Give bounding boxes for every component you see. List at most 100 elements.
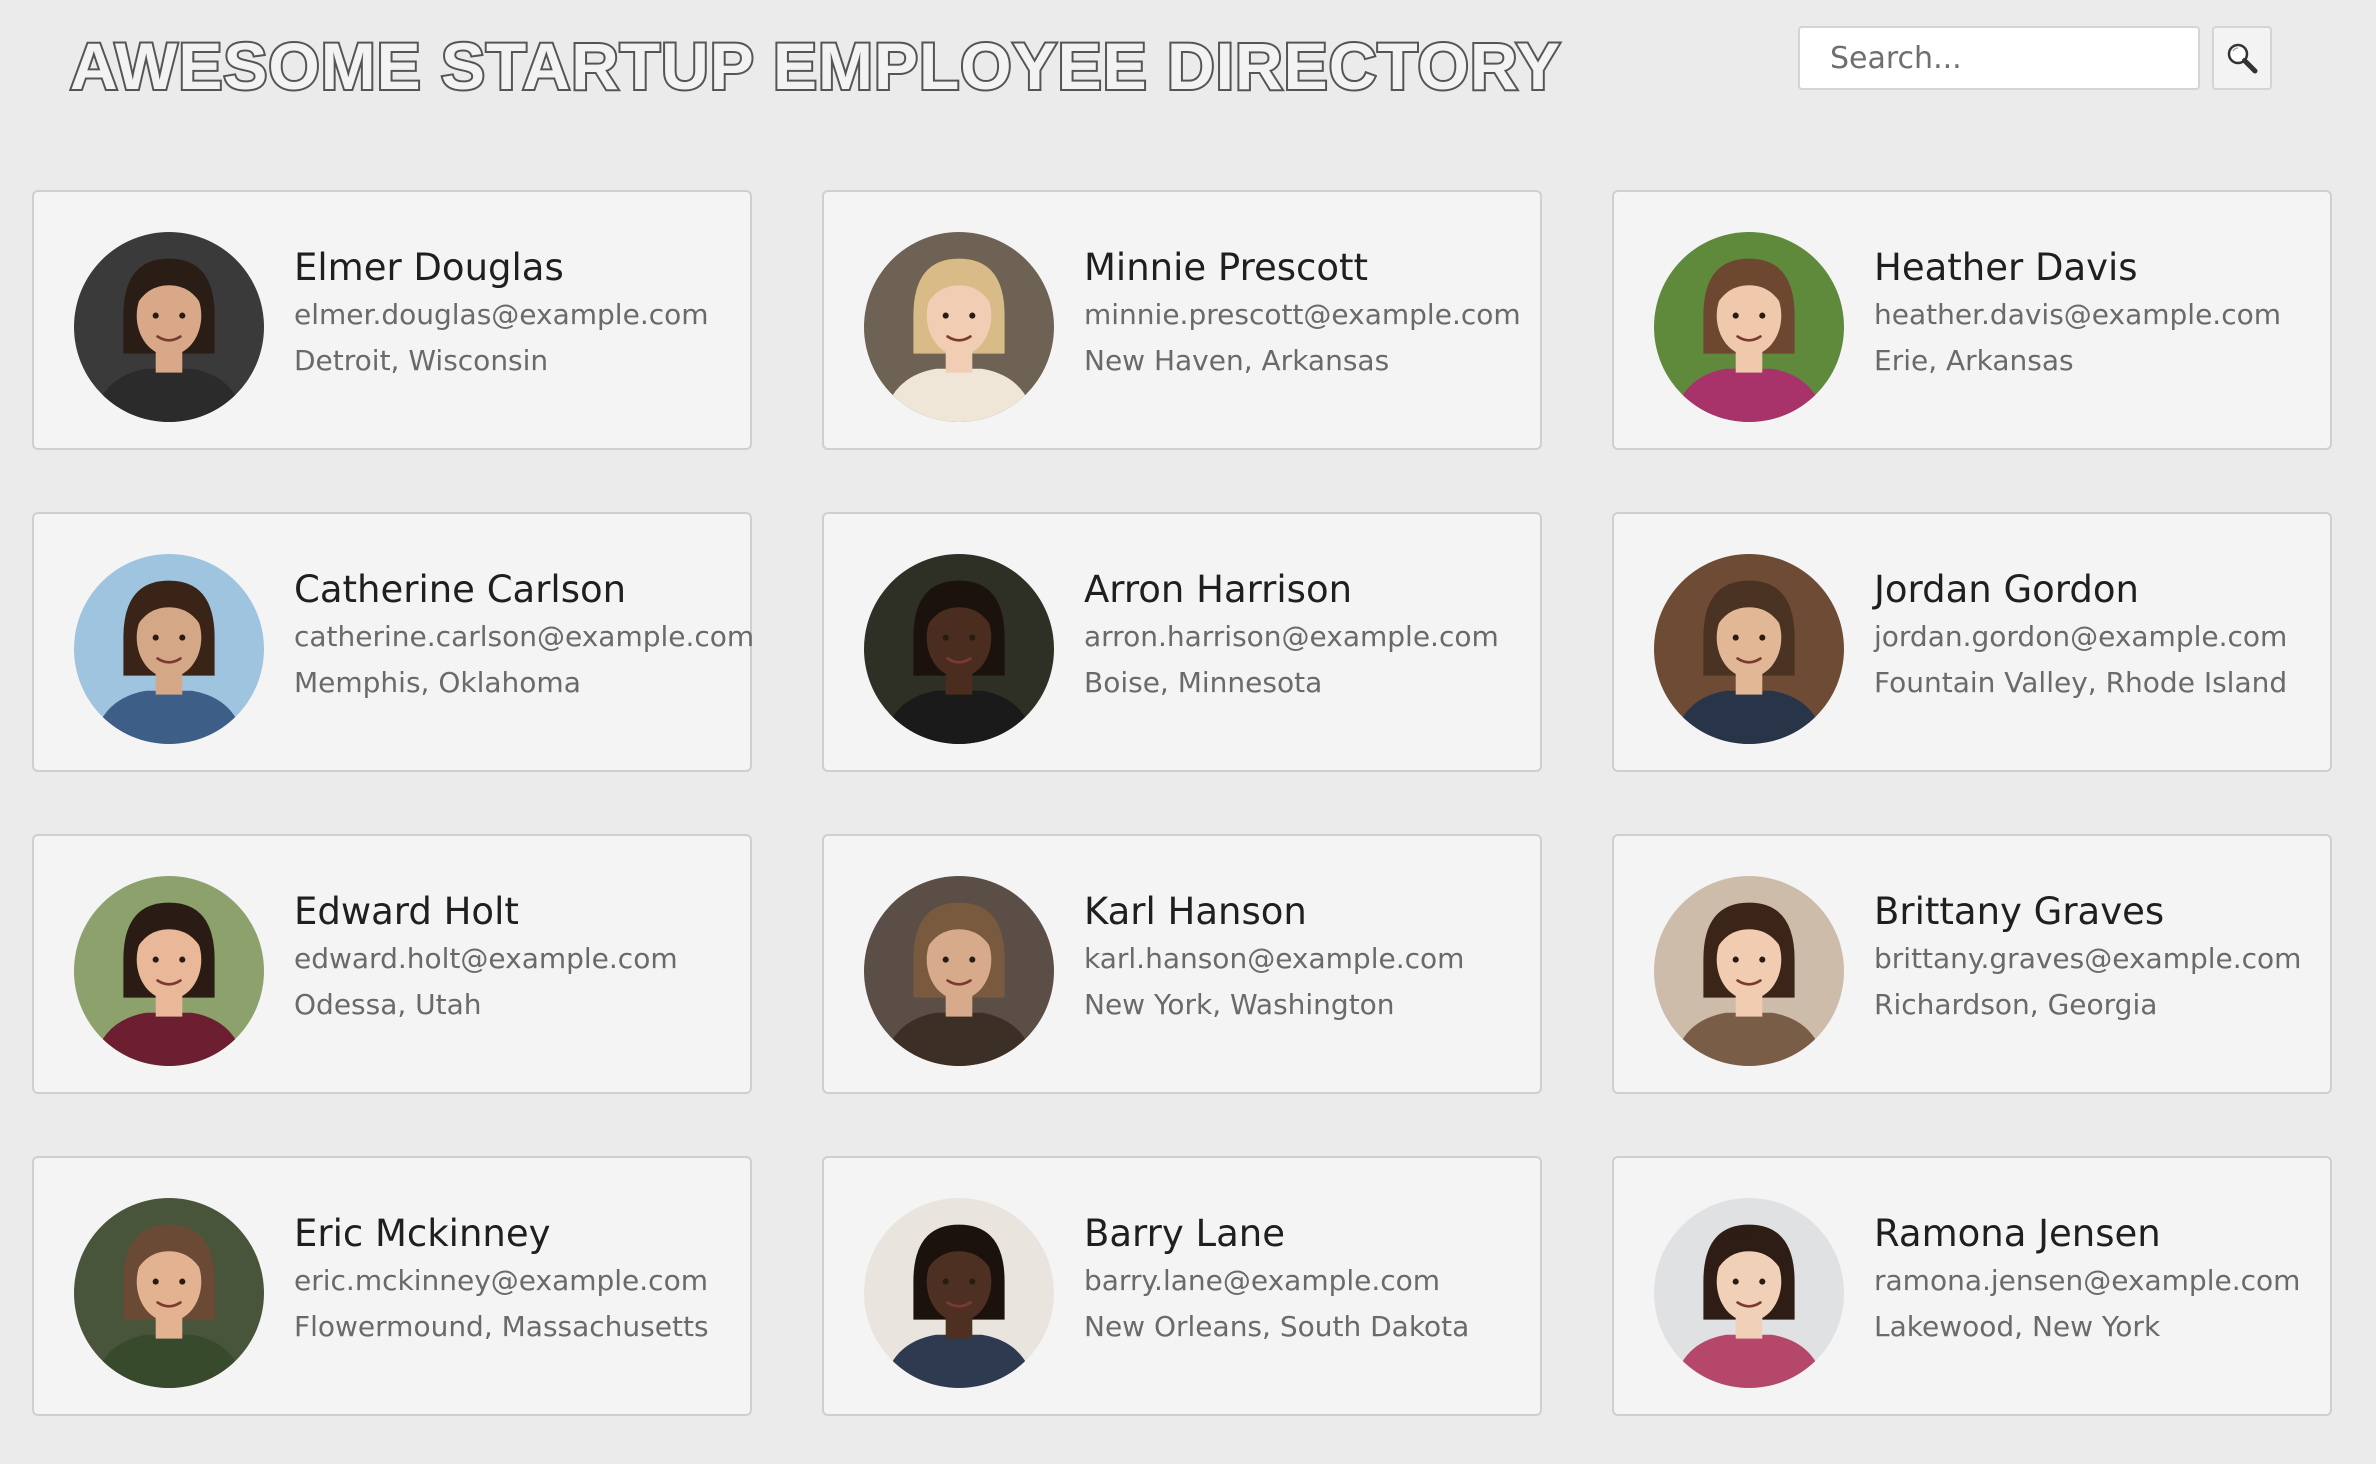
avatar-eye (969, 956, 976, 963)
avatar-eye (1732, 312, 1739, 319)
avatar-eye (942, 956, 949, 963)
avatar (74, 1198, 264, 1388)
employee-name: Karl Hanson (1084, 890, 1307, 933)
employee-location: Detroit, Wisconsin (294, 344, 549, 377)
employee-card[interactable]: Arron Harrison arron.harrison@example.co… (822, 512, 1542, 772)
employee-location: Lakewood, New York (1874, 1310, 2161, 1343)
avatar-eye (152, 312, 159, 319)
employee-email: jordan.gordon@example.com (1874, 620, 2288, 653)
employee-location: Boise, Minnesota (1084, 666, 1323, 699)
avatar (864, 554, 1054, 744)
avatar-eye (969, 1278, 976, 1285)
employee-email: ramona.jensen@example.com (1874, 1264, 2301, 1297)
employee-info: Arron Harrison arron.harrison@example.co… (1084, 566, 1499, 706)
employee-email: edward.holt@example.com (294, 942, 678, 975)
avatar-eye (1759, 634, 1766, 641)
avatar (74, 554, 264, 744)
employee-info: Elmer Douglas elmer.douglas@example.com … (294, 244, 709, 384)
avatar (1654, 1198, 1844, 1388)
employee-location: Memphis, Oklahoma (294, 666, 581, 699)
employee-name: Edward Holt (294, 890, 519, 933)
employee-location: New Orleans, South Dakota (1084, 1310, 1470, 1343)
avatar-eye (179, 956, 186, 963)
employee-location: Flowermound, Massachusetts (294, 1310, 709, 1343)
avatar-eye (179, 1278, 186, 1285)
employee-email: karl.hanson@example.com (1084, 942, 1465, 975)
avatar (74, 232, 264, 422)
avatar-eye (969, 312, 976, 319)
employee-info: Barry Lane barry.lane@example.com New Or… (1084, 1210, 1469, 1350)
employee-name: Elmer Douglas (294, 246, 564, 289)
employee-name: Ramona Jensen (1874, 1212, 2161, 1255)
employee-email: brittany.graves@example.com (1874, 942, 2302, 975)
avatar (1654, 232, 1844, 422)
employee-location: New Haven, Arkansas (1084, 344, 1390, 377)
employee-name: Minnie Prescott (1084, 246, 1369, 289)
page-title: AWESOME STARTUP EMPLOYEE DIRECTORY (68, 27, 1562, 105)
employee-card[interactable]: Brittany Graves brittany.graves@example.… (1612, 834, 2332, 1094)
employee-email: catherine.carlson@example.com (294, 620, 755, 653)
employee-card[interactable]: Karl Hanson karl.hanson@example.com New … (822, 834, 1542, 1094)
employee-location: Richardson, Georgia (1874, 988, 2158, 1021)
avatar-eye (152, 956, 159, 963)
avatar (864, 1198, 1054, 1388)
avatar (864, 876, 1054, 1066)
employee-email: minnie.prescott@example.com (1084, 298, 1521, 331)
avatar-eye (1759, 1278, 1766, 1285)
employee-card[interactable]: Elmer Douglas elmer.douglas@example.com … (32, 190, 752, 450)
employee-card[interactable]: Jordan Gordon jordan.gordon@example.com … (1612, 512, 2332, 772)
employee-email: elmer.douglas@example.com (294, 298, 709, 331)
employee-name: Barry Lane (1084, 1212, 1285, 1255)
avatar-eye (942, 312, 949, 319)
employee-email: barry.lane@example.com (1084, 1264, 1441, 1297)
employee-info: Eric Mckinney eric.mckinney@example.com … (294, 1210, 709, 1350)
avatar-eye (1732, 634, 1739, 641)
employee-card[interactable]: Ramona Jensen ramona.jensen@example.com … (1612, 1156, 2332, 1416)
employee-email: arron.harrison@example.com (1084, 620, 1499, 653)
employee-info: Edward Holt edward.holt@example.com Odes… (294, 888, 678, 1028)
employee-name: Arron Harrison (1084, 568, 1353, 611)
employee-info: Brittany Graves brittany.graves@example.… (1874, 888, 2301, 1028)
avatar-eye (942, 1278, 949, 1285)
employee-location: Odessa, Utah (294, 988, 482, 1021)
employee-card[interactable]: Edward Holt edward.holt@example.com Odes… (32, 834, 752, 1094)
employee-name: Eric Mckinney (294, 1212, 551, 1255)
employee-info: Minnie Prescott minnie.prescott@example.… (1084, 244, 1521, 384)
employee-info: Ramona Jensen ramona.jensen@example.com … (1874, 1210, 2300, 1350)
employee-card[interactable]: Barry Lane barry.lane@example.com New Or… (822, 1156, 1542, 1416)
employee-card[interactable]: Eric Mckinney eric.mckinney@example.com … (32, 1156, 752, 1416)
employee-email: eric.mckinney@example.com (294, 1264, 708, 1297)
avatar-eye (152, 1278, 159, 1285)
employee-info: Karl Hanson karl.hanson@example.com New … (1084, 888, 1464, 1028)
search-input[interactable] (1798, 26, 2200, 90)
avatar (1654, 876, 1844, 1066)
avatar-eye (1732, 956, 1739, 963)
avatar-eye (1759, 312, 1766, 319)
search-button[interactable] (2212, 26, 2272, 90)
avatar-eye (942, 634, 949, 641)
avatar-eye (1759, 956, 1766, 963)
header: AWESOME STARTUP EMPLOYEE DIRECTORY (0, 0, 2376, 130)
employee-name: Heather Davis (1874, 246, 2138, 289)
employee-grid: Elmer Douglas elmer.douglas@example.com … (32, 190, 2332, 1416)
avatar-eye (969, 634, 976, 641)
employee-email: heather.davis@example.com (1874, 298, 2282, 331)
avatar (74, 876, 264, 1066)
avatar-eye (179, 634, 186, 641)
employee-name: Catherine Carlson (294, 568, 627, 611)
employee-card[interactable]: Catherine Carlson catherine.carlson@exam… (32, 512, 755, 772)
avatar-eye (1732, 1278, 1739, 1285)
avatar (1654, 554, 1844, 744)
employee-location: Erie, Arkansas (1874, 344, 2074, 377)
employee-name: Jordan Gordon (1874, 568, 2139, 611)
employee-location: Fountain Valley, Rhode Island (1874, 666, 2288, 699)
employee-location: New York, Washington (1084, 988, 1395, 1021)
employee-info: Heather Davis heather.davis@example.com … (1874, 244, 2281, 384)
avatar (864, 232, 1054, 422)
avatar-eye (152, 634, 159, 641)
employee-info: Jordan Gordon jordan.gordon@example.com … (1874, 566, 2287, 706)
employee-card[interactable]: Minnie Prescott minnie.prescott@example.… (822, 190, 1542, 450)
employee-card[interactable]: Heather Davis heather.davis@example.com … (1612, 190, 2332, 450)
avatar-eye (179, 312, 186, 319)
employee-name: Brittany Graves (1874, 890, 2165, 933)
